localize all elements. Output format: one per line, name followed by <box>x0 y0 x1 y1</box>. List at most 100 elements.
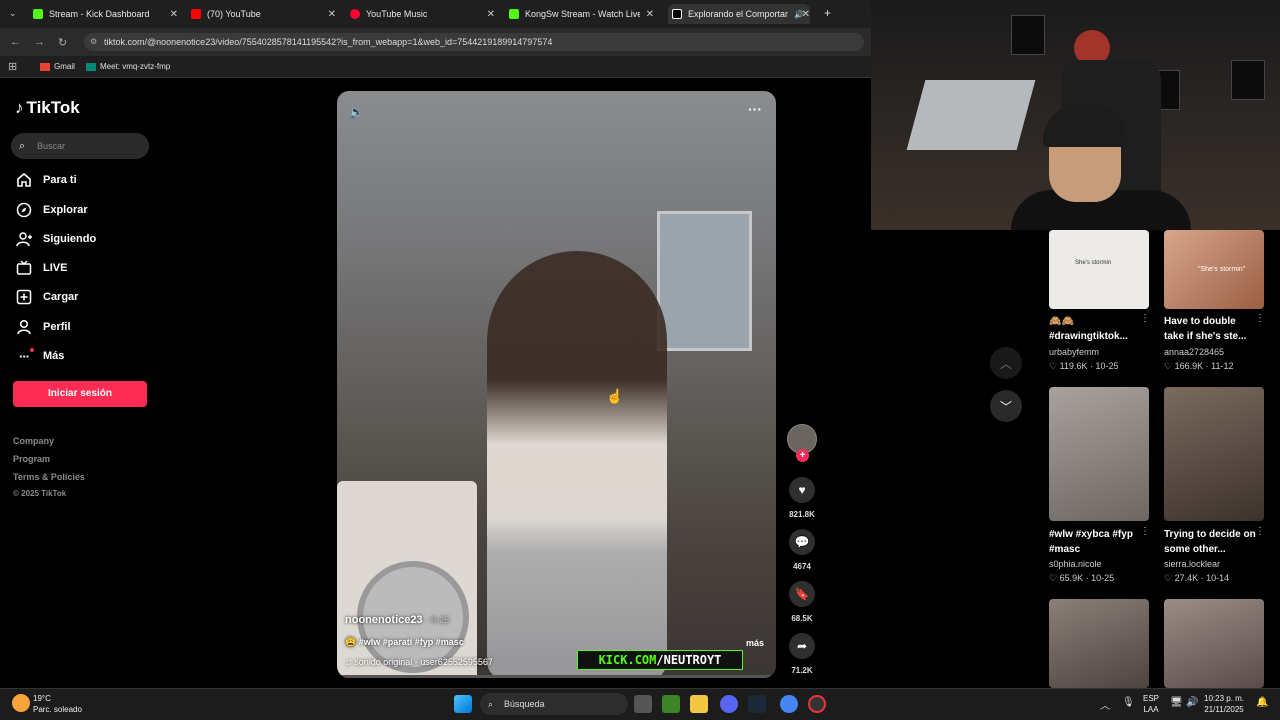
microphone-icon[interactable]: 🎙 <box>1122 697 1135 708</box>
related-user[interactable]: urbabyfemm <box>1049 347 1099 357</box>
related-user[interactable]: annaa2728465 <box>1164 347 1224 357</box>
new-tab-icon[interactable]: + <box>824 6 831 20</box>
like-button[interactable]: ♥ <box>789 477 815 503</box>
close-icon[interactable]: ✕ <box>646 9 654 20</box>
related-user[interactable]: sierra.locklear <box>1164 559 1220 569</box>
bookmark-label: Gmail <box>54 62 75 71</box>
start-icon[interactable] <box>454 695 472 713</box>
more-options-icon[interactable]: ⋮ <box>1140 526 1150 537</box>
video-author[interactable]: noonenotice23 · 9-25 <box>345 614 449 626</box>
nav-live[interactable]: LIVE <box>15 259 67 277</box>
comment-button[interactable]: 💬 <box>789 529 815 555</box>
back-icon[interactable]: ← <box>10 36 21 48</box>
more-options-icon[interactable]: ⋮ <box>1255 526 1265 537</box>
more-link[interactable]: más <box>746 638 764 648</box>
forward-icon[interactable]: → <box>34 36 45 48</box>
nav-siguiendo[interactable]: Siguiendo <box>15 230 96 248</box>
weather-widget[interactable]: 19°C Parc. soleado <box>33 693 82 715</box>
related-thumbnail[interactable] <box>1164 599 1264 688</box>
video-username[interactable]: noonenotice23 <box>345 614 423 626</box>
tab-tiktok-active[interactable]: Explorando el Comportami 🔊 ✕ <box>668 4 810 24</box>
notification-bell-icon[interactable]: 🔔 <box>1256 697 1268 708</box>
footer-link-terms[interactable]: Terms & Policies <box>13 472 85 482</box>
bookmark-gmail[interactable]: Gmail <box>40 62 75 71</box>
language-indicator[interactable]: ESP LAA <box>1143 693 1159 715</box>
footer-link-program[interactable]: Program <box>13 454 50 464</box>
close-icon[interactable]: ✕ <box>802 9 810 20</box>
nav-label: Perfil <box>43 321 71 333</box>
bookmark-meet[interactable]: Meet: vmq-zvtz-fmp <box>86 62 170 71</box>
close-icon[interactable]: ✕ <box>170 9 178 20</box>
music-note-icon: ♫ <box>345 657 352 667</box>
more-options-icon[interactable]: ⋮ <box>1255 313 1265 324</box>
related-title[interactable]: 🙈🙈 #drawingtiktok... <box>1049 314 1141 344</box>
weather-icon[interactable] <box>12 694 30 712</box>
nav-mas[interactable]: ··· Más <box>15 347 64 365</box>
nav-cargar[interactable]: Cargar <box>15 288 78 306</box>
video-frame-window <box>657 211 752 351</box>
related-title[interactable]: Trying to decide on some other... <box>1164 527 1256 557</box>
related-thumbnail[interactable] <box>1049 387 1149 521</box>
follow-plus-icon[interactable]: + <box>796 449 809 462</box>
heart-outline-icon: ♡ <box>1049 573 1058 583</box>
apps-grid-icon[interactable]: ⊞ <box>8 60 17 73</box>
tiktok-logo[interactable]: ♪ TikTok <box>15 98 80 118</box>
related-thumbnail[interactable]: "She's stormin" <box>1164 230 1264 309</box>
save-button[interactable]: 🔖 <box>789 581 815 607</box>
related-stats: ♡ 65.9K · 10-25 <box>1049 573 1115 583</box>
close-icon[interactable]: ✕ <box>328 9 336 20</box>
tab-kongsw-stream[interactable]: KongSw Stream - Watch Live or ✕ <box>509 4 654 24</box>
network-icon[interactable]: 🖥 <box>1170 697 1183 708</box>
tray-chevron-icon[interactable]: ︿ <box>1100 697 1110 712</box>
volume-tray-icon[interactable]: 🔊 <box>1186 697 1198 708</box>
task-view-icon[interactable] <box>634 695 652 713</box>
related-title[interactable]: Have to double take if she's ste... <box>1164 314 1256 344</box>
related-likes: 65.9K <box>1059 573 1084 583</box>
stream-watermark: KICK.COM/NEUTROYT <box>577 650 743 670</box>
close-icon[interactable]: ✕ <box>487 9 495 20</box>
tab-kick-dashboard[interactable]: Stream - Kick Dashboard ✕ <box>33 4 178 24</box>
discord-icon[interactable] <box>720 695 738 713</box>
tab-list-icon[interactable]: ⌄ <box>9 8 17 19</box>
related-likes: 27.4K <box>1174 573 1199 583</box>
related-stats: ♡ 166.9K · 11-12 <box>1164 361 1234 371</box>
related-title[interactable]: #wlw #xybca #fyp #masc <box>1049 527 1141 557</box>
lang-bottom: LAA <box>1143 705 1159 714</box>
related-thumbnail[interactable]: She's stormin <box>1049 230 1149 309</box>
share-button[interactable]: ➦ <box>789 633 815 659</box>
tab-title: Explorando el Comportami <box>688 9 788 19</box>
url-field[interactable]: tiktok.com/@noonenotice23/video/75540285… <box>84 33 864 51</box>
chrome-icon[interactable] <box>780 695 798 713</box>
steam-icon[interactable] <box>748 695 766 713</box>
login-button[interactable]: Iniciar sesión <box>13 381 147 407</box>
more-options-icon[interactable]: ··· <box>748 101 762 117</box>
taskbar-search[interactable]: ⌕ Búsqueda <box>480 693 628 715</box>
nav-explorar[interactable]: Explorar <box>15 201 88 219</box>
progress-track[interactable] <box>337 675 776 678</box>
video-sound[interactable]: ♫ sonido original - user62552595567 <box>345 657 493 667</box>
volume-icon[interactable]: 🔈 <box>349 105 364 119</box>
minecraft-icon[interactable] <box>662 695 680 713</box>
nav-perfil[interactable]: Perfil <box>15 318 71 336</box>
file-explorer-icon[interactable] <box>690 695 708 713</box>
search-icon: ⌕ <box>19 140 26 152</box>
scroll-down-button[interactable]: ﹀ <box>990 390 1022 422</box>
meet-icon <box>86 62 96 71</box>
obs-icon[interactable] <box>808 695 826 713</box>
tab-youtube[interactable]: (70) YouTube ✕ <box>191 4 336 24</box>
related-user[interactable]: s0phia.nicole <box>1049 559 1102 569</box>
footer-link-company[interactable]: Company <box>13 436 54 446</box>
scroll-up-button[interactable]: ︿ <box>990 347 1022 379</box>
lang-top: ESP <box>1143 694 1160 703</box>
related-thumbnail[interactable] <box>1164 387 1264 521</box>
reload-icon[interactable]: ↻ <box>58 36 67 49</box>
more-options-icon[interactable]: ⋮ <box>1140 313 1150 324</box>
nav-para-ti[interactable]: Para ti <box>15 171 77 189</box>
related-thumbnail[interactable] <box>1049 599 1149 688</box>
video-player[interactable]: 🔈 ··· noonenotice23 · 9-25 😩 #wlw #parat… <box>337 91 776 678</box>
system-clock[interactable]: 10:23 p. m. 21/11/2025 <box>1204 693 1244 715</box>
site-info-icon[interactable]: ⚙ <box>90 37 97 46</box>
gmail-icon <box>40 62 50 71</box>
search-input[interactable]: ⌕ Buscar <box>11 133 149 159</box>
tab-youtube-music[interactable]: YouTube Music ✕ <box>350 4 495 24</box>
